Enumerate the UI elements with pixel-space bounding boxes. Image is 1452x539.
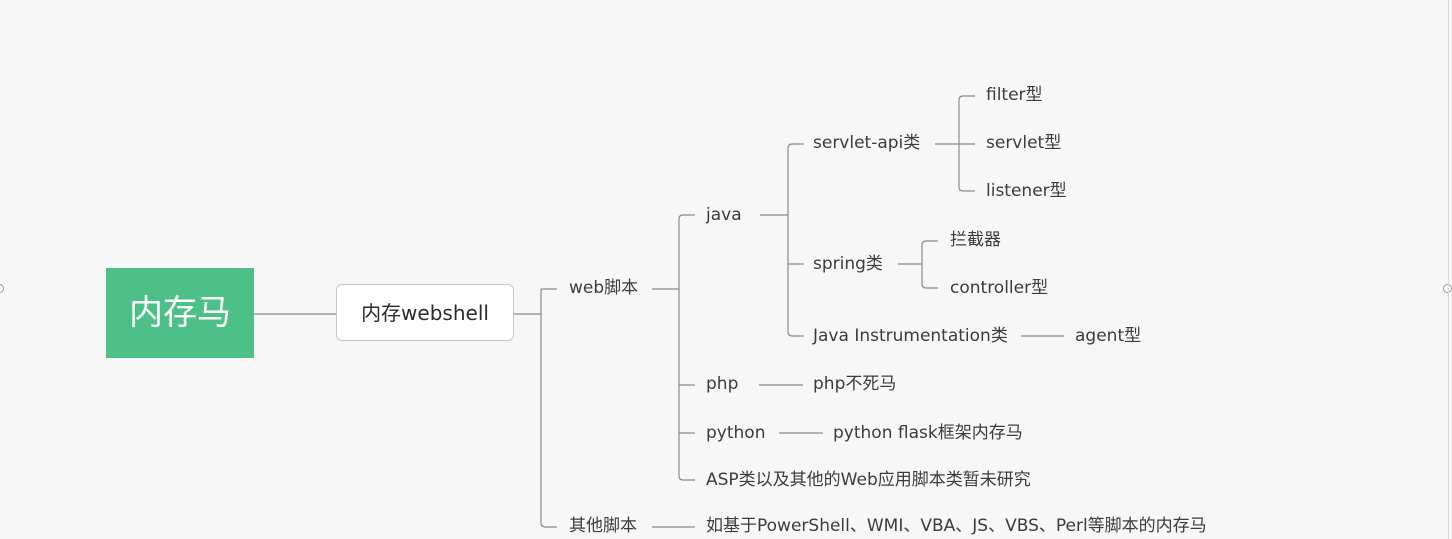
node-web-scripts-label: web脚本	[569, 278, 639, 298]
node-controller-label: controller型	[950, 278, 1049, 298]
connector-webshell-branches	[514, 288, 557, 528]
node-python-label: python	[706, 423, 766, 443]
node-agent[interactable]: agent型	[1075, 328, 1141, 345]
node-other-scripts-label: 其他脚本	[569, 516, 637, 536]
node-controller[interactable]: controller型	[950, 280, 1048, 297]
node-filter-label: filter型	[986, 85, 1043, 105]
node-other-scripts[interactable]: 其他脚本	[569, 518, 637, 535]
node-php-label: php	[706, 374, 739, 394]
canvas-right-border	[1448, 0, 1449, 539]
node-asp-other-label: ASP类以及其他的Web应用脚本类暂未研究	[706, 470, 1031, 490]
node-listener[interactable]: listener型	[986, 183, 1067, 200]
mindmap-canvas: 内存马 内存webshell web脚本 其他脚本 java servlet-a…	[0, 0, 1452, 539]
node-java-label: java	[706, 205, 742, 225]
node-memory-webshell-label: 内存webshell	[361, 300, 489, 325]
node-other-detail-label: 如基于PowerShell、WMI、VBA、JS、VBS、Perl等脚本的内存马	[706, 516, 1207, 536]
connector-web-children	[652, 214, 695, 481]
connector-java-children	[760, 143, 804, 337]
node-php-shell-label: php不死马	[813, 374, 897, 394]
node-agent-label: agent型	[1075, 326, 1142, 346]
node-java-instrumentation[interactable]: Java Instrumentation类	[813, 328, 1008, 345]
node-interceptor[interactable]: 拦截器	[950, 232, 1001, 249]
root-node-memory-shell[interactable]: 内存马	[106, 268, 254, 358]
node-other-detail[interactable]: 如基于PowerShell、WMI、VBA、JS、VBS、Perl等脚本的内存马	[706, 518, 1207, 535]
node-servlet-api[interactable]: servlet-api类	[813, 135, 920, 152]
node-java[interactable]: java	[706, 207, 742, 224]
node-asp-other[interactable]: ASP类以及其他的Web应用脚本类暂未研究	[706, 472, 1031, 489]
node-servlet-api-label: servlet-api类	[813, 133, 921, 153]
node-python[interactable]: python	[706, 425, 765, 442]
connector-spring-children	[898, 240, 938, 289]
node-php-shell[interactable]: php不死马	[813, 376, 896, 393]
node-interceptor-label: 拦截器	[950, 230, 1001, 250]
connector-servlet-children	[935, 95, 975, 192]
node-python-flask[interactable]: python flask框架内存马	[833, 425, 1023, 442]
node-java-instrumentation-label: Java Instrumentation类	[813, 326, 1008, 346]
node-php[interactable]: php	[706, 376, 738, 393]
node-listener-label: listener型	[986, 181, 1067, 201]
node-spring-label: spring类	[813, 254, 883, 274]
node-filter[interactable]: filter型	[986, 87, 1043, 104]
node-python-flask-label: python flask框架内存马	[833, 423, 1023, 443]
node-servlet-label: servlet型	[986, 133, 1062, 153]
node-memory-webshell[interactable]: 内存webshell	[336, 284, 514, 341]
node-web-scripts[interactable]: web脚本	[569, 280, 638, 297]
node-spring[interactable]: spring类	[813, 256, 883, 273]
root-node-label: 内存马	[129, 293, 231, 333]
node-servlet[interactable]: servlet型	[986, 135, 1061, 152]
